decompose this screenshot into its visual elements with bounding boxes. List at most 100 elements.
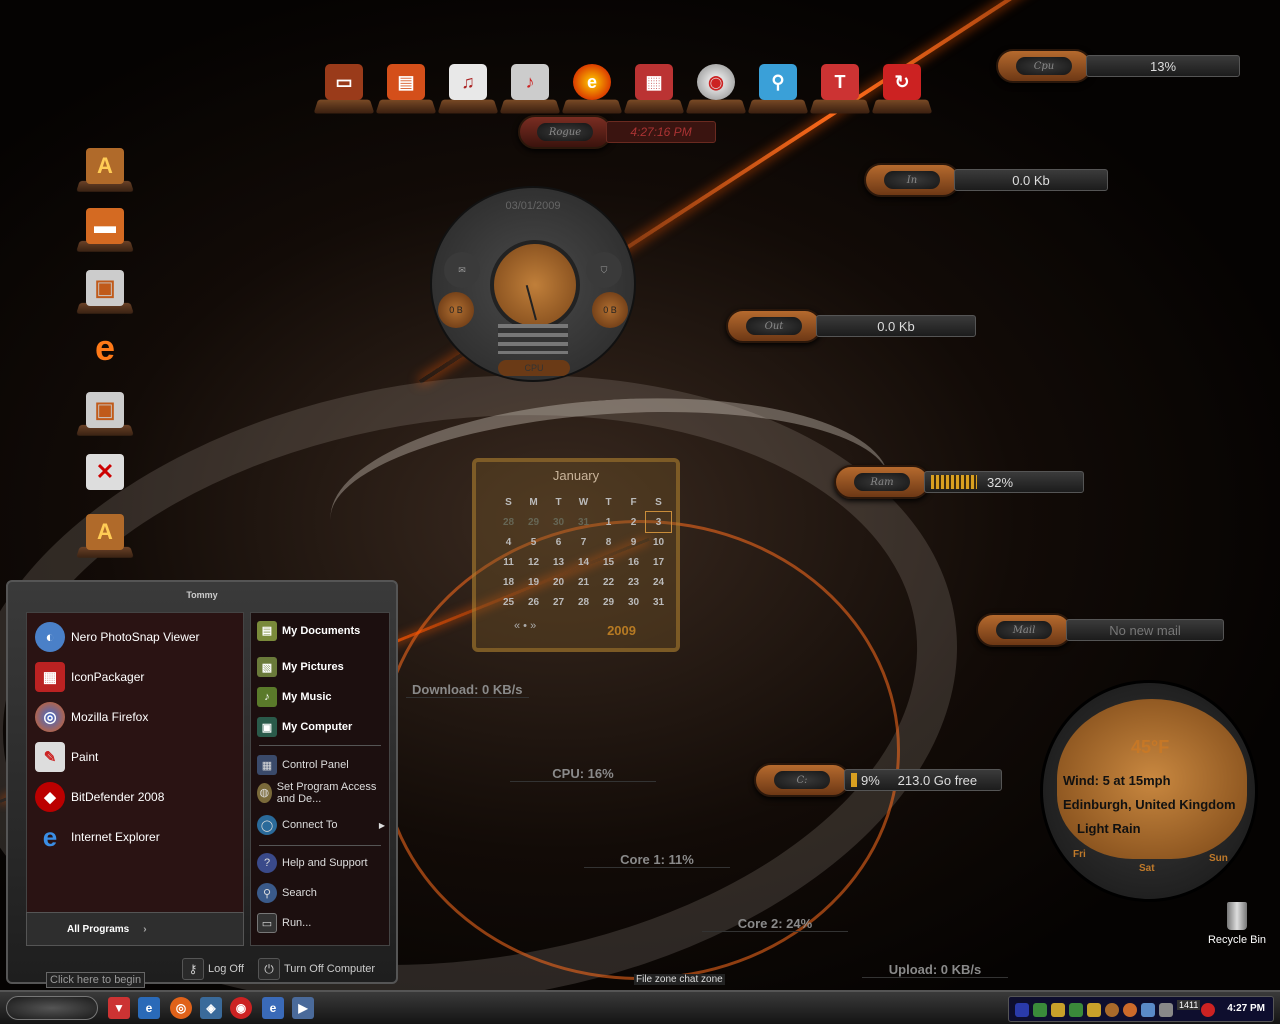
calendar-day[interactable]: 22: [596, 572, 621, 592]
my-computer-label: My Computer: [282, 721, 353, 733]
calendar-day[interactable]: 15: [596, 552, 621, 572]
calendar-day[interactable]: 19: [521, 572, 546, 592]
desktop-icon-ie[interactable]: e: [76, 322, 134, 374]
calendar-day[interactable]: 1: [596, 512, 621, 532]
pinned-firefox[interactable]: ◎ Mozilla Firefox: [35, 699, 148, 735]
calendar-day[interactable]: 25: [496, 592, 521, 612]
start-button[interactable]: [6, 996, 98, 1020]
dock-item-disc[interactable]: ◉: [685, 62, 747, 114]
calendar-day[interactable]: 4: [496, 532, 521, 552]
help-support-link[interactable]: ? Help and Support: [257, 853, 368, 873]
dock-item-folder[interactable]: ▦: [623, 62, 685, 114]
my-documents-link[interactable]: ▤ My Documents: [257, 621, 385, 641]
dock-item-media[interactable]: ♫: [437, 62, 499, 114]
dock-item-browser[interactable]: e: [561, 62, 623, 114]
calendar-day[interactable]: 23: [621, 572, 646, 592]
calendar-nav[interactable]: « • »: [514, 620, 536, 632]
desktop-icon-computer[interactable]: ▣: [76, 262, 134, 314]
quicklaunch-player-icon[interactable]: ▶: [292, 997, 314, 1019]
calendar-day[interactable]: 29: [596, 592, 621, 612]
quicklaunch-explorer-icon[interactable]: e: [262, 997, 284, 1019]
calendar-day[interactable]: 31: [571, 512, 596, 532]
calendar-day[interactable]: 29: [521, 512, 546, 532]
pinned-iconpackager[interactable]: ▦ IconPackager: [35, 659, 144, 695]
dock-base: [375, 99, 437, 114]
pinned-bitdefender[interactable]: ◆ BitDefender 2008: [35, 779, 164, 815]
log-off-button[interactable]: ⚷ Log Off: [182, 958, 244, 980]
calendar-day[interactable]: 14: [571, 552, 596, 572]
mail-bar[interactable]: No new mail: [1066, 619, 1224, 641]
my-music-link[interactable]: ♪ My Music: [257, 687, 332, 707]
connect-to-link[interactable]: ◯ Connect To ▶: [257, 815, 385, 835]
calendar-day[interactable]: 24: [646, 572, 671, 592]
run-link[interactable]: ▭ Run...: [257, 913, 311, 933]
calendar-day[interactable]: 31: [646, 592, 671, 612]
dock-item-cd-music[interactable]: ♪: [499, 62, 561, 114]
quicklaunch-ie-icon[interactable]: e: [138, 997, 160, 1019]
dock-item-photos[interactable]: ▤: [375, 62, 437, 114]
all-programs-button[interactable]: All Programs ›: [26, 912, 244, 946]
set-program-access-link[interactable]: ◍ Set Program Access and De...: [257, 781, 385, 805]
calendar-day[interactable]: 12: [521, 552, 546, 572]
download-meter: Download: 0 KB/s: [406, 682, 529, 698]
calendar-day[interactable]: 28: [496, 512, 521, 532]
tray-update-icon[interactable]: [1105, 1003, 1119, 1017]
file-zone-bar[interactable]: File zone chat zone: [634, 974, 725, 985]
calendar-day[interactable]: 5: [521, 532, 546, 552]
tray-widget-icon[interactable]: [1123, 1003, 1137, 1017]
calendar-day[interactable]: 30: [621, 592, 646, 612]
tray-app-icon[interactable]: [1015, 1003, 1029, 1017]
quicklaunch-network-icon[interactable]: ◈: [200, 997, 222, 1019]
quicklaunch-firefox-icon[interactable]: ◎: [170, 997, 192, 1019]
tray-display-icon[interactable]: [1141, 1003, 1155, 1017]
search-link[interactable]: ⚲ Search: [257, 883, 317, 903]
turn-off-button[interactable]: ⏻ Turn Off Computer: [258, 958, 375, 980]
tray-messenger-icon[interactable]: [1087, 1003, 1101, 1017]
dock-item-search[interactable]: ⚲: [747, 62, 809, 114]
desktop-icon-briefcase[interactable]: ▬: [76, 200, 134, 252]
quicklaunch-media-icon[interactable]: ◉: [230, 997, 252, 1019]
calendar-day[interactable]: 16: [621, 552, 646, 572]
calendar-day[interactable]: 13: [546, 552, 571, 572]
dock-item-font[interactable]: T: [809, 62, 871, 114]
calendar-day[interactable]: 10: [646, 532, 671, 552]
calendar-day[interactable]: 26: [521, 592, 546, 612]
calendar-day[interactable]: 17: [646, 552, 671, 572]
dock-item-sync[interactable]: ↻: [871, 62, 933, 114]
desktop-icon-app1[interactable]: A: [76, 140, 134, 192]
my-computer-link[interactable]: ▣ My Computer: [257, 717, 352, 737]
mail-icon[interactable]: ✉: [444, 252, 480, 288]
dock-item-laptop[interactable]: ▭: [313, 62, 375, 114]
calendar-day[interactable]: 21: [571, 572, 596, 592]
tray-antivirus-icon[interactable]: [1201, 1003, 1215, 1017]
calendar-day[interactable]: 6: [546, 532, 571, 552]
my-pictures-link[interactable]: ▧ My Pictures: [257, 657, 344, 677]
calendar-today[interactable]: 3: [645, 511, 672, 533]
quicklaunch-app-icon[interactable]: ▼: [108, 997, 130, 1019]
calendar-day[interactable]: 8: [596, 532, 621, 552]
tray-network-icon[interactable]: [1033, 1003, 1047, 1017]
recycle-bin[interactable]: Recycle Bin: [1206, 902, 1268, 946]
calendar-day[interactable]: 30: [546, 512, 571, 532]
calendar-day[interactable]: 11: [496, 552, 521, 572]
calendar-day[interactable]: 18: [496, 572, 521, 592]
calendar-day[interactable]: 7: [571, 532, 596, 552]
calendar-day[interactable]: 27: [546, 592, 571, 612]
calendar-day[interactable]: 20: [546, 572, 571, 592]
control-panel-link[interactable]: ▦ Control Panel: [257, 755, 349, 775]
desktop-icon-computer2[interactable]: ▣: [76, 384, 134, 436]
calendar-day[interactable]: 2: [621, 512, 646, 532]
pinned-paint[interactable]: ✎ Paint: [35, 739, 98, 775]
calendar-day[interactable]: 9: [621, 532, 646, 552]
desktop-icon-app2[interactable]: A: [76, 506, 134, 558]
shield-icon[interactable]: ⛉: [586, 252, 622, 288]
tray-network-icon[interactable]: [1069, 1003, 1083, 1017]
tray-volume-icon[interactable]: [1159, 1003, 1173, 1017]
taskbar-clock[interactable]: 4:27 PM: [1227, 1003, 1265, 1014]
tray-messenger-icon[interactable]: [1051, 1003, 1065, 1017]
forecast-day: Sun: [1209, 853, 1228, 864]
calendar-day[interactable]: 28: [571, 592, 596, 612]
pinned-internet-explorer[interactable]: e Internet Explorer: [35, 819, 160, 855]
desktop-icon-disconnect-drive[interactable]: ✕: [76, 446, 134, 498]
pinned-nero-photosnap[interactable]: ◐ Nero PhotoSnap Viewer: [35, 619, 200, 655]
